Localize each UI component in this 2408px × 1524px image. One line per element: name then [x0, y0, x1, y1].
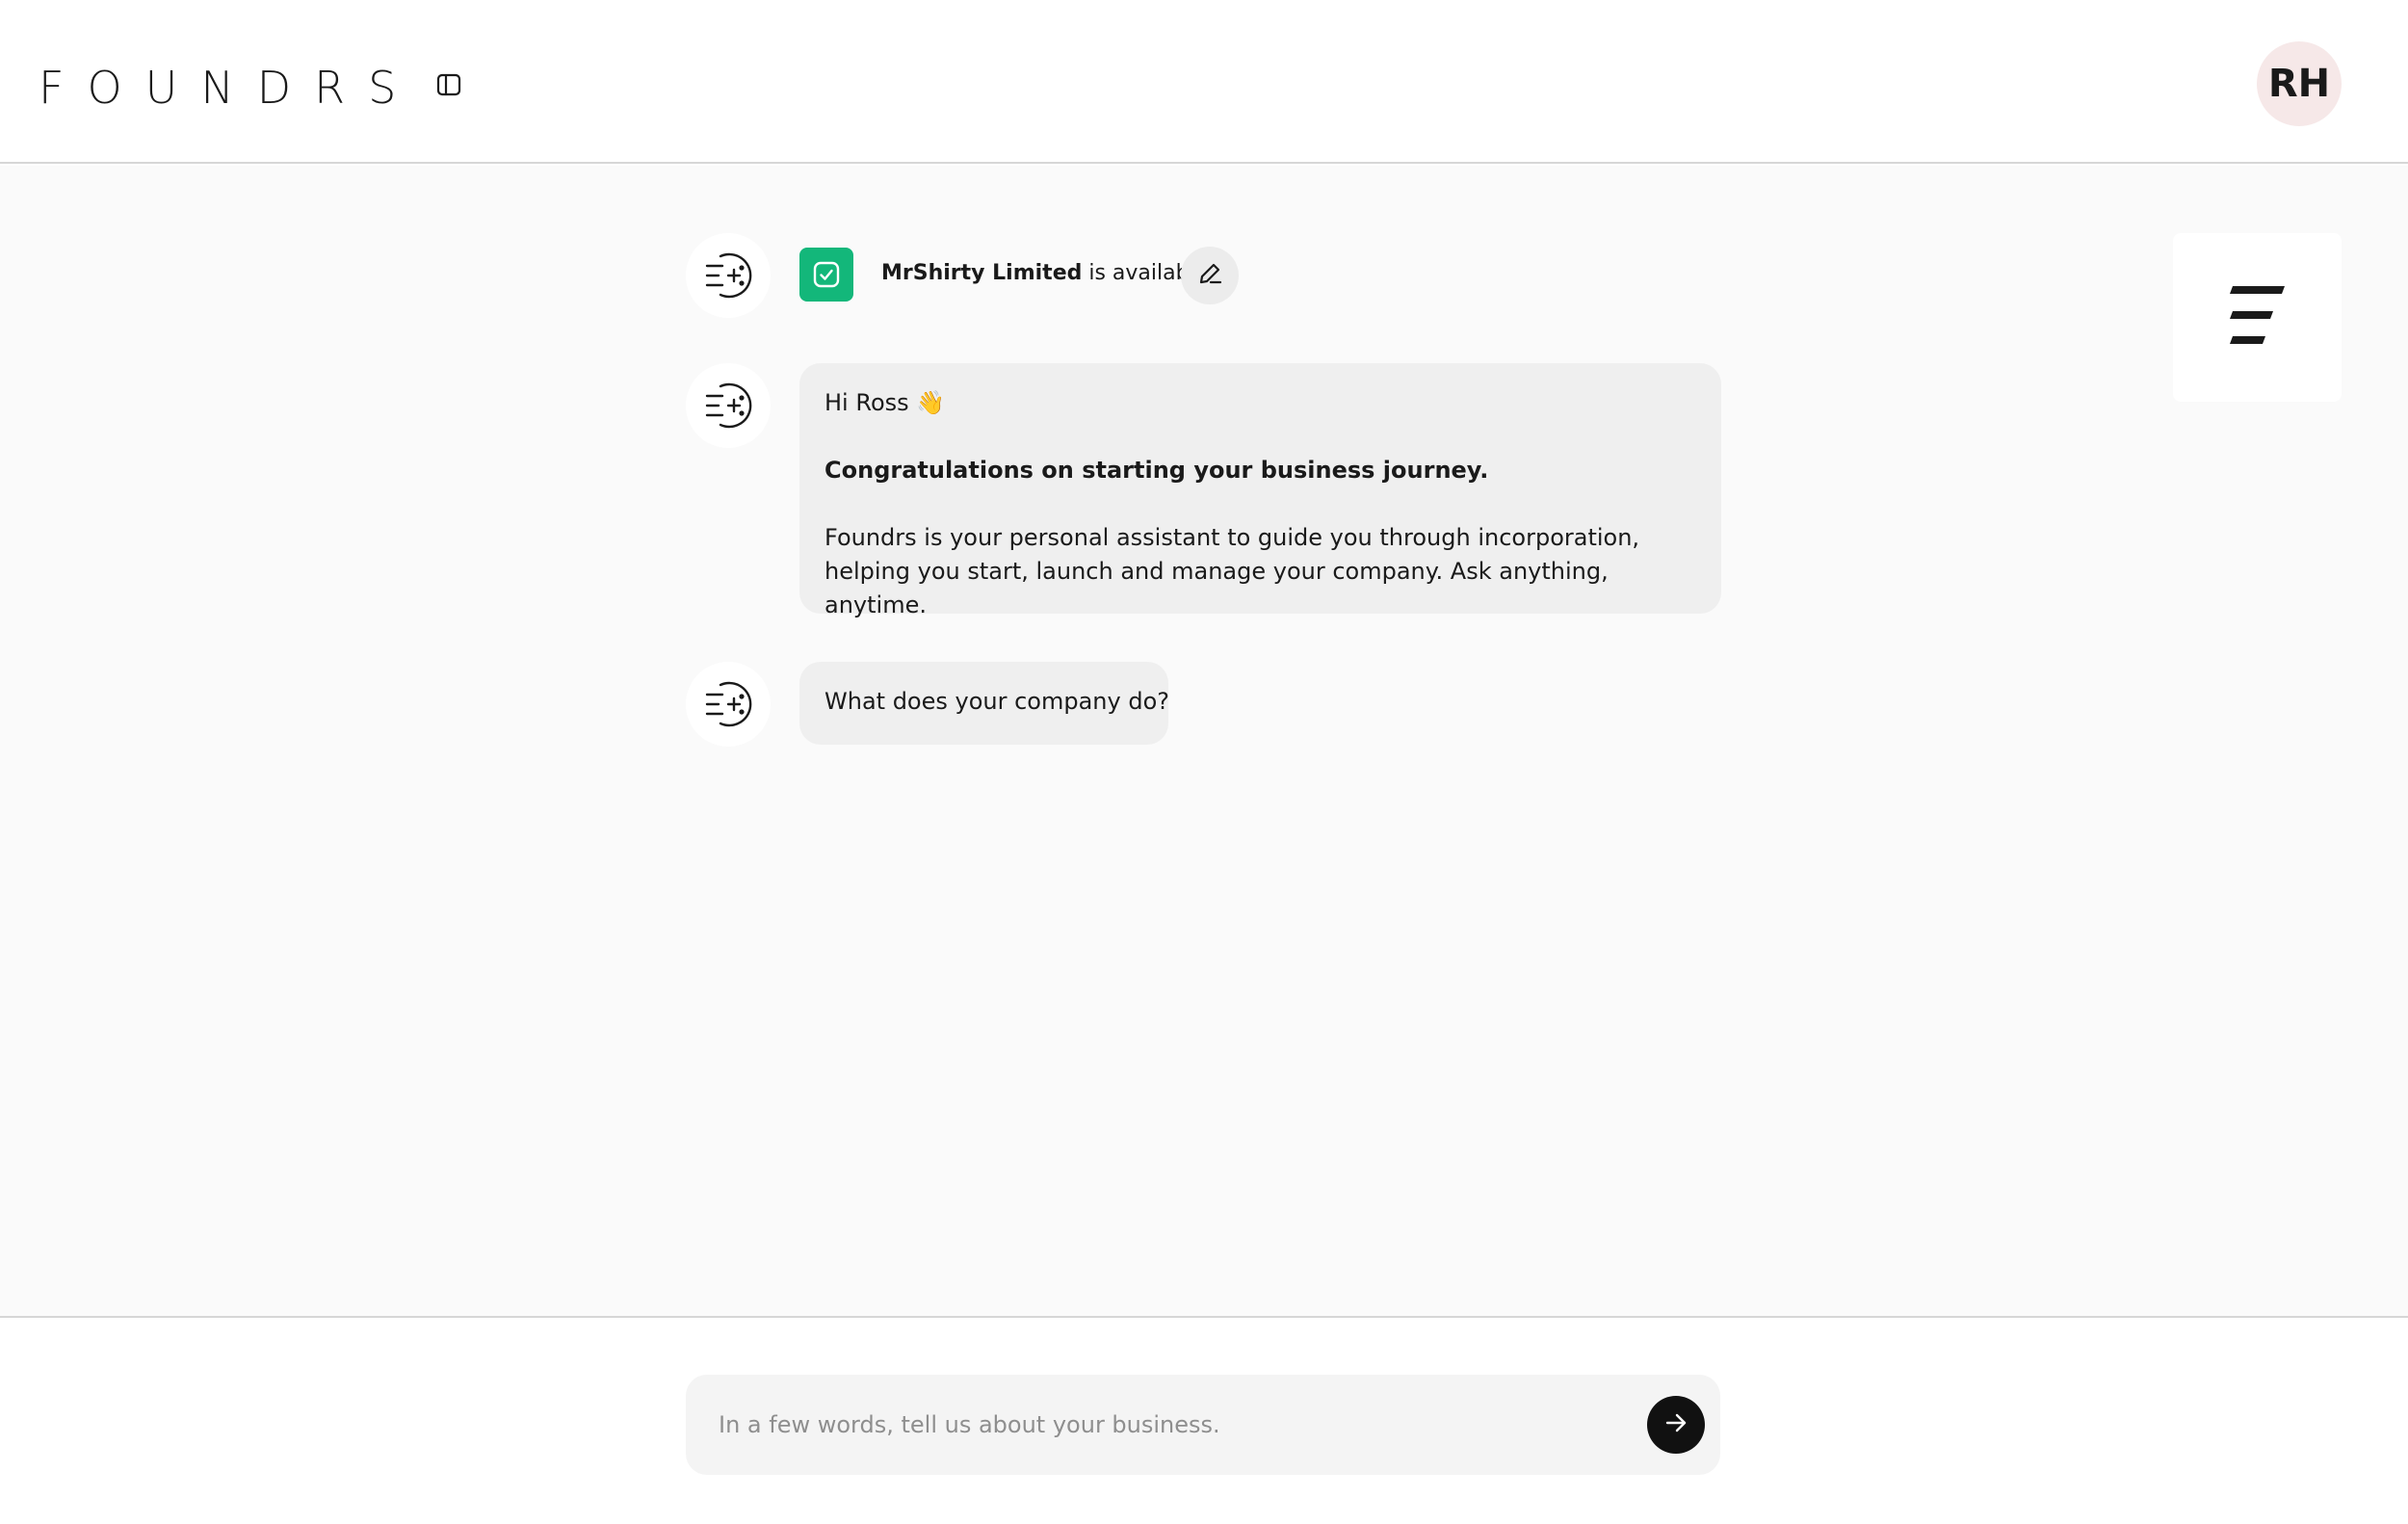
pencil-icon	[1195, 259, 1224, 292]
menu-button[interactable]	[2173, 233, 2342, 402]
app-root: FOUNDRS RH MrShirty Limited is available…	[0, 0, 2408, 1524]
menu-lines-icon	[2229, 284, 2287, 352]
send-button[interactable]	[1647, 1396, 1705, 1454]
check-square-icon	[799, 248, 853, 302]
welcome-headline: Congratulations on starting your busines…	[824, 457, 1489, 484]
composer-footer	[0, 1320, 2408, 1524]
foundrs-sparkle-icon	[686, 662, 771, 747]
top-header: FOUNDRS RH	[0, 0, 2408, 164]
composer-box	[686, 1375, 1720, 1475]
company-availability-status: MrShirty Limited is available	[881, 261, 1208, 285]
foundrs-sparkle-icon	[686, 363, 771, 448]
company-name: MrShirty Limited	[881, 261, 1083, 285]
greeting-text: Hi Ross 👋	[824, 389, 946, 416]
assistant-message-welcome: Hi Ross 👋 Congratulations on starting yo…	[799, 363, 1721, 618]
welcome-body: Foundrs is your personal assistant to gu…	[824, 524, 1640, 618]
business-description-input[interactable]	[719, 1404, 1605, 1446]
foundrs-sparkle-icon	[686, 233, 771, 318]
arrow-right-icon	[1662, 1409, 1689, 1440]
sidebar-panel-icon[interactable]	[432, 67, 466, 102]
edit-company-name-button[interactable]	[1181, 247, 1239, 304]
user-avatar[interactable]: RH	[2257, 41, 2342, 126]
foundrs-logo[interactable]: FOUNDRS	[39, 62, 419, 114]
chat-area: MrShirty Limited is available Hi Ross 👋 …	[0, 166, 2408, 1318]
assistant-message-question: What does your company do?	[799, 662, 1169, 745]
